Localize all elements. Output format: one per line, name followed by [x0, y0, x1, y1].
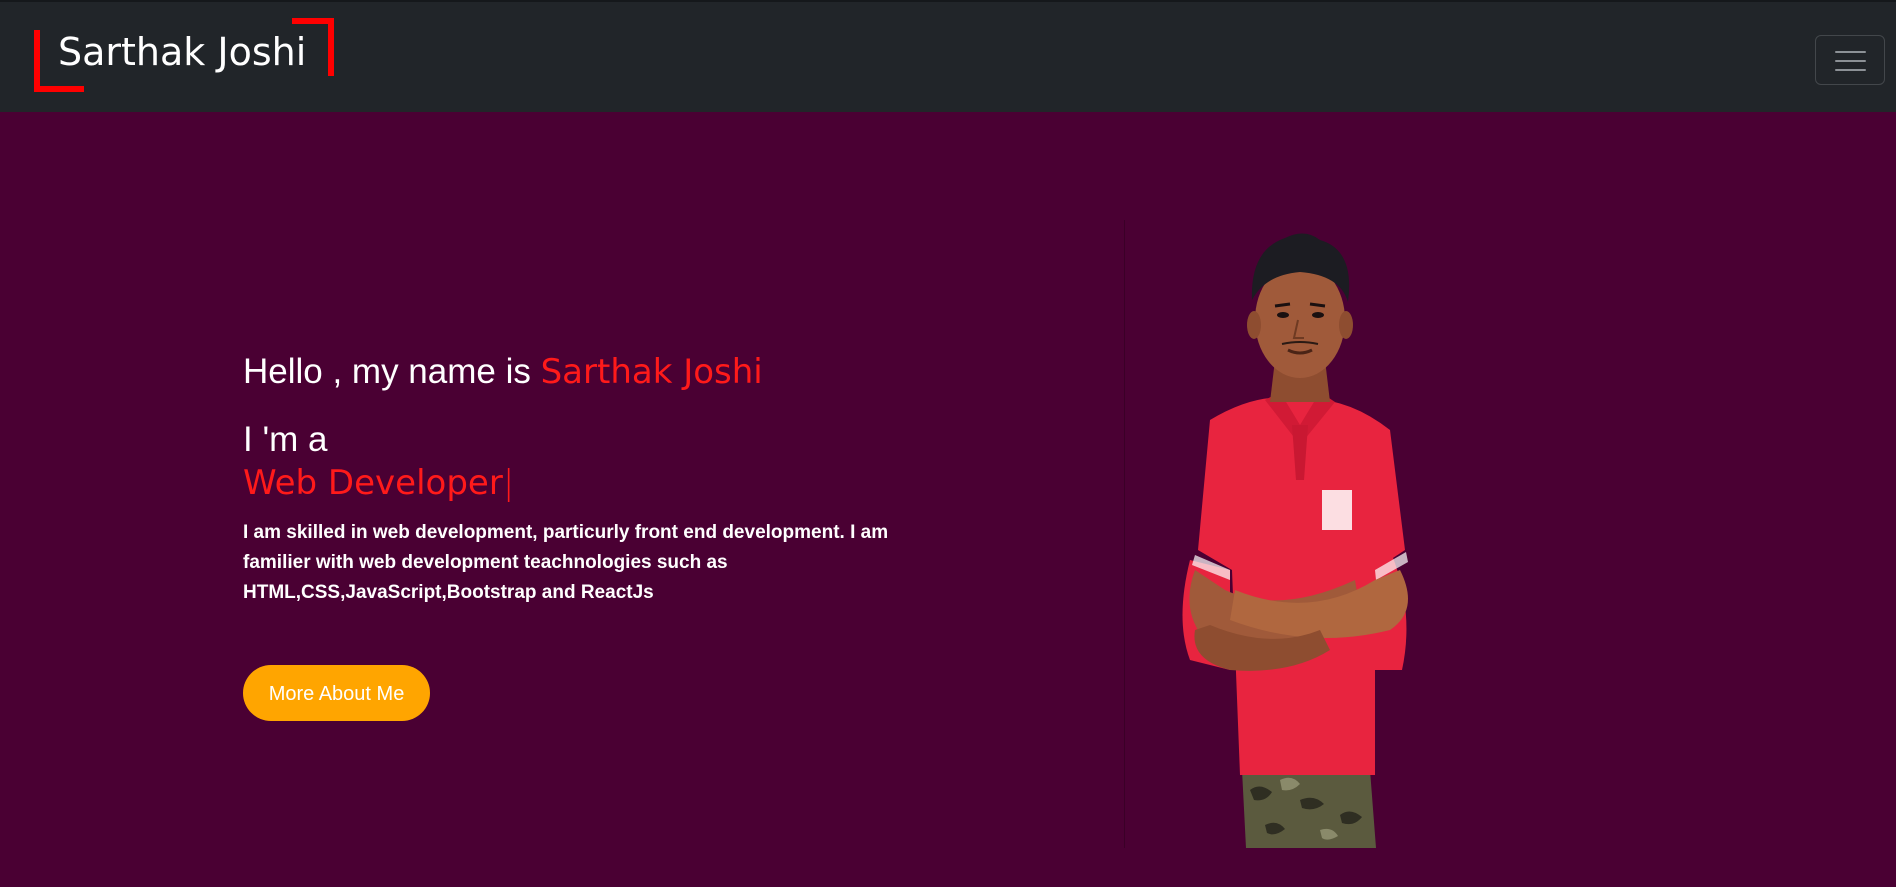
greeting-name: Sarthak Joshi	[540, 352, 763, 392]
navbar-toggle-button[interactable]	[1815, 35, 1885, 85]
vertical-divider	[1124, 220, 1125, 848]
profile-photo	[1170, 230, 1440, 850]
hero-intro: Hello , my name is Sarthak Joshi I 'm a …	[243, 350, 963, 627]
brand-name[interactable]: Sarthak Joshi	[58, 28, 306, 76]
brand-logo[interactable]: Sarthak Joshi	[34, 18, 334, 92]
role-prefix: I 'm a	[243, 420, 328, 459]
greeting-heading: Hello , my name is Sarthak Joshi	[243, 350, 963, 394]
more-about-me-button[interactable]: More About Me	[243, 665, 430, 721]
role-typewriter: Web Developer|	[243, 460, 963, 506]
bio-paragraph: I am skilled in web development, particu…	[243, 522, 889, 603]
role-text: Web Developer	[243, 463, 503, 503]
greeting-prefix: Hello , my name is	[243, 352, 541, 391]
navbar: Sarthak Joshi	[0, 0, 1896, 112]
typing-cursor: |	[502, 463, 515, 503]
